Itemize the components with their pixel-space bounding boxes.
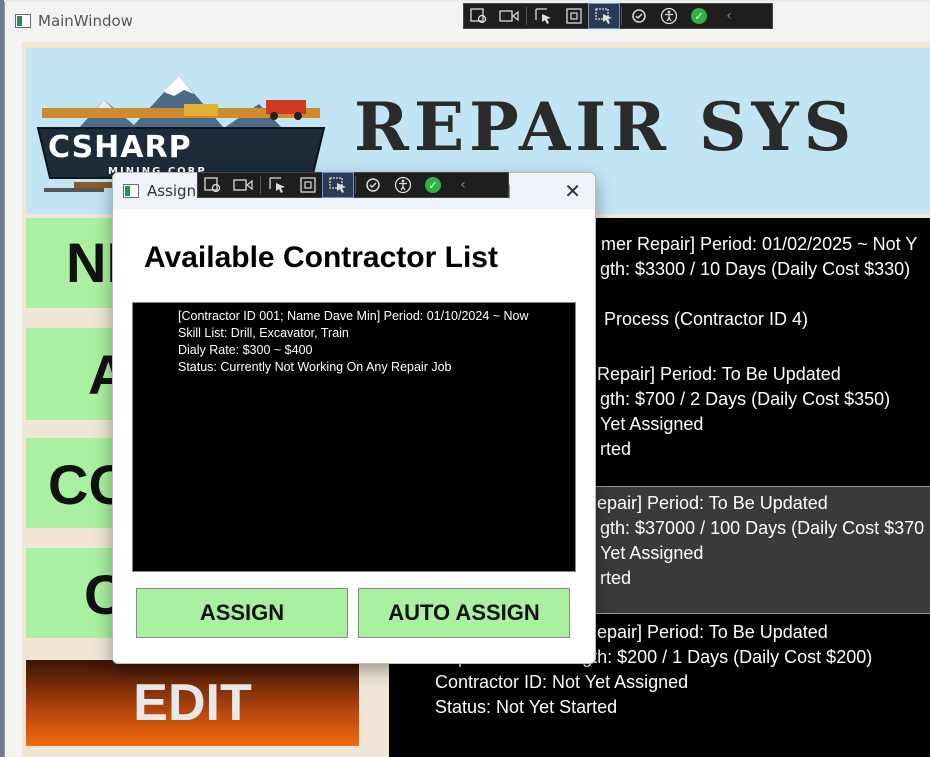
- assign-dialog: AssignW ] ✕ Available Contractor List [C…: [112, 172, 596, 664]
- toolbar-separator: [355, 176, 356, 194]
- record-line: Contractor ID: Not Yet Assigned: [435, 672, 689, 692]
- hot-reload-icon[interactable]: [624, 4, 654, 28]
- banner-title: REPAIR SYS: [354, 88, 857, 166]
- check-icon[interactable]: ✓: [418, 173, 448, 197]
- record-line: Process (Contractor ID 4): [604, 309, 809, 329]
- record-line: rted: [600, 439, 632, 459]
- contractor-line: [Contractor ID 001; Name Dave Min] Perio…: [178, 309, 529, 323]
- hot-reload-icon[interactable]: [358, 173, 388, 197]
- record-line: epair] Period: To Be Updated: [597, 493, 828, 513]
- contractor-list[interactable]: [Contractor ID 001; Name Dave Min] Perio…: [132, 302, 576, 572]
- contractor-line: Status: Currently Not Working On Any Rep…: [178, 360, 452, 374]
- record-icon[interactable]: [494, 4, 524, 28]
- track-focus-icon[interactable]: [588, 3, 620, 29]
- close-icon[interactable]: ✕: [564, 179, 581, 203]
- dialog-heading: Available Contractor List: [144, 241, 498, 274]
- record-icon[interactable]: [228, 173, 258, 197]
- record-line: Yet Assigned: [600, 543, 704, 563]
- pointer-icon[interactable]: [263, 173, 293, 197]
- bounds-icon[interactable]: [559, 4, 589, 28]
- logo-text: CSHARP: [48, 130, 192, 165]
- contractor-line: Skill List: Drill, Excavator, Train: [178, 326, 349, 340]
- record-line: gth: $700 / 2 Days (Daily Cost $350): [600, 389, 891, 409]
- track-focus-icon[interactable]: [322, 172, 354, 198]
- pointer-icon[interactable]: [529, 4, 559, 28]
- select-element-icon[interactable]: [198, 173, 228, 197]
- accessibility-icon[interactable]: [654, 4, 684, 28]
- record-line: rted: [600, 568, 632, 588]
- bounds-icon[interactable]: [293, 173, 323, 197]
- record-line: Yet Assigned: [600, 414, 704, 434]
- toolbar-separator: [260, 176, 261, 194]
- auto-assign-button[interactable]: AUTO ASSIGN: [358, 588, 570, 638]
- contractor-line: Dialy Rate: $300 ~ $400: [178, 343, 313, 357]
- record-line: Repair] Period: To Be Updated: [597, 364, 841, 384]
- check-icon[interactable]: ✓: [684, 4, 714, 28]
- dialog-app-icon: [123, 184, 139, 198]
- debug-toolbar-main: ✓ ‹: [463, 3, 773, 29]
- record-line: epair] Period: To Be Updated: [597, 622, 828, 642]
- select-element-icon[interactable]: [464, 4, 494, 28]
- toolbar-separator: [526, 7, 527, 25]
- assign-button[interactable]: ASSIGN: [136, 588, 348, 638]
- record-line: gth: $3300 / 10 Days (Daily Cost $330): [600, 259, 911, 279]
- record-line: gth: $37000 / 100 Days (Daily Cost $370: [600, 518, 925, 538]
- window-title: MainWindow: [38, 12, 133, 30]
- edit-button[interactable]: EDIT: [26, 660, 359, 746]
- collapse-icon[interactable]: ‹: [714, 4, 744, 28]
- toolbar-separator: [621, 7, 622, 25]
- app-icon: [15, 14, 31, 28]
- collapse-icon[interactable]: ‹: [448, 173, 478, 197]
- record-line: Status: Not Yet Started: [435, 697, 618, 717]
- record-line: mer Repair] Period: 01/02/2025 ~ Not Y: [601, 234, 918, 254]
- accessibility-icon[interactable]: [388, 173, 418, 197]
- debug-toolbar-dialog: ✓ ‹: [197, 172, 509, 198]
